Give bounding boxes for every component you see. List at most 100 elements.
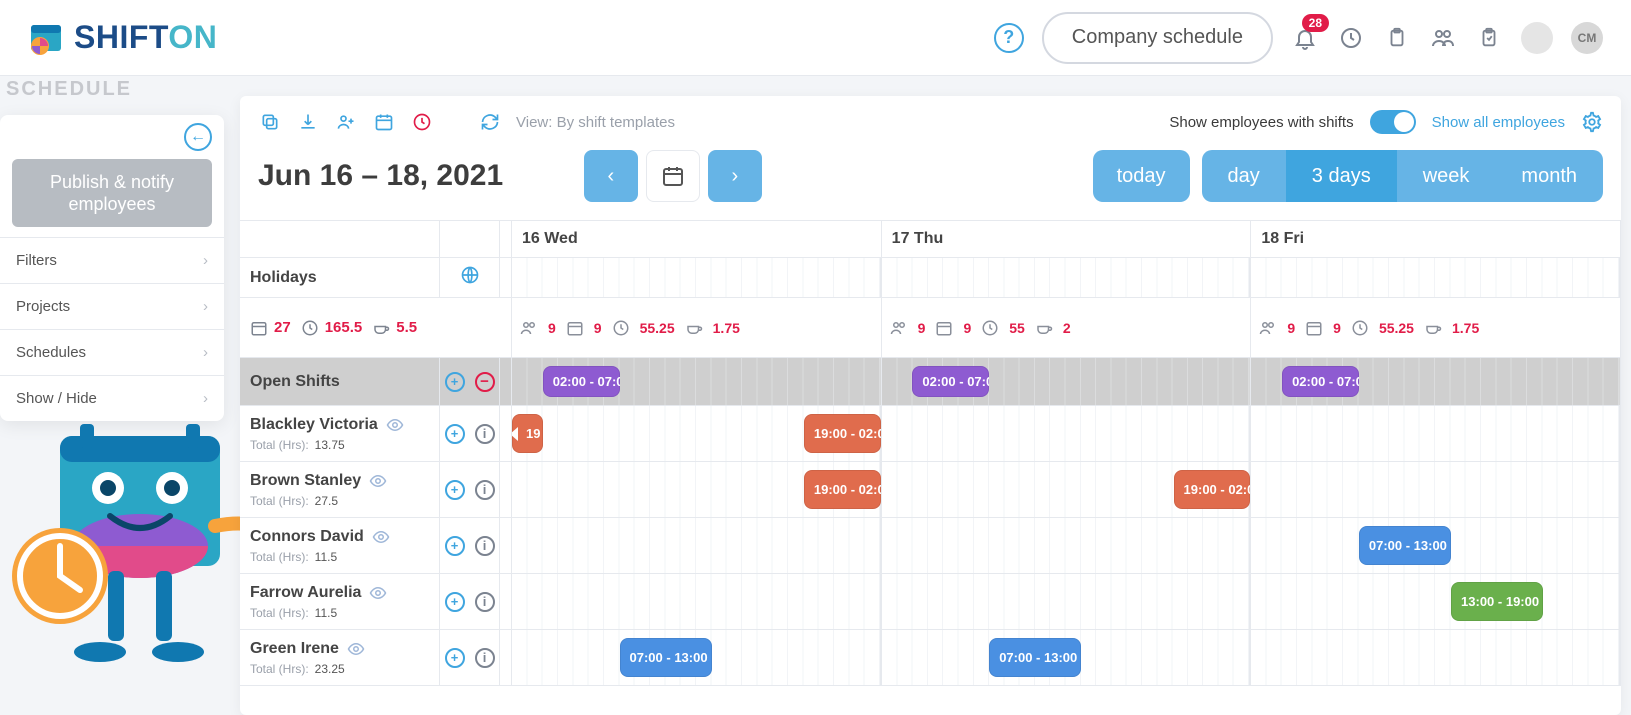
clock-red-icon[interactable] [410,110,434,134]
coffee-small-icon [1424,319,1442,337]
date-picker-button[interactable] [646,150,700,202]
shift-block[interactable]: 19:00 - 02:00 [804,414,881,453]
company-schedule-button[interactable]: Company schedule [1042,12,1273,64]
shift-block[interactable]: 02:00 - 07:00 [912,366,989,397]
open-shifts-row: Open Shifts + − 02:00 - 07:00 02:00 - 07… [240,358,1621,406]
summary-left: 27 165.5 5.5 [240,298,512,357]
summary-breaks: 5.5 [396,319,417,336]
add-open-shift-button[interactable]: + [445,372,465,392]
info-button[interactable]: i [475,424,495,444]
chevron-right-icon: › [203,390,208,407]
add-shift-button[interactable]: + [445,480,465,500]
refresh-icon[interactable] [478,110,502,134]
total-value: 27.5 [315,494,338,508]
top-right-actions: ? Company schedule 28 CM [994,12,1603,64]
clock-icon[interactable] [1337,24,1365,52]
eye-icon[interactable] [369,472,387,490]
total-label: Total (Hrs): [250,550,309,564]
calendar-small-icon [935,319,953,337]
add-shift-button[interactable]: + [445,424,465,444]
employee-row: Brown Stanley Total (Hrs):27.5 + i 19:00… [240,462,1621,518]
employee-day-cell[interactable] [882,518,1252,573]
open-shifts-day-cell[interactable]: 02:00 - 07:00 [512,358,882,405]
info-button[interactable]: i [475,592,495,612]
add-person-icon[interactable] [334,110,358,134]
publish-line-1: Publish & notify [20,171,204,193]
copy-icon[interactable] [258,110,282,134]
today-label: today [1117,165,1166,188]
range-week[interactable]: week [1397,150,1496,202]
shift-block[interactable]: 07:00 - 13:00 [620,638,712,677]
clock-small-icon [612,319,630,337]
people-small-icon [1259,319,1277,337]
employee-day-cell[interactable]: 07:00 - 13:00 [512,630,882,685]
employee-day-cell[interactable]: 07:00 - 13:00 [882,630,1252,685]
day-header: 18 Fri [1251,221,1620,257]
people-small-icon [890,319,908,337]
range-day[interactable]: day [1202,150,1286,202]
eye-icon[interactable] [372,528,390,546]
help-icon[interactable]: ? [994,23,1024,53]
employee-day-cell[interactable]: 07:00 - 13:00 [1251,518,1621,573]
sidebar-item-schedules[interactable]: Schedules› [0,329,224,375]
shift-block[interactable]: 19:00 - 02:00 [1174,470,1251,509]
download-icon[interactable] [296,110,320,134]
today-button[interactable]: today [1093,150,1190,202]
globe-icon[interactable] [460,265,480,290]
employee-day-cell[interactable] [1251,630,1621,685]
info-button[interactable]: i [475,536,495,556]
sidebar-item-showhide[interactable]: Show / Hide› [0,375,224,421]
sidebar-item-projects[interactable]: Projects› [0,283,224,329]
calendar-icon[interactable] [372,110,396,134]
employee-day-cell[interactable] [882,574,1252,629]
add-shift-button[interactable]: + [445,592,465,612]
publish-button[interactable]: Publish & notify employees [12,159,212,227]
range-3-days[interactable]: 3 days [1286,150,1397,202]
eye-icon[interactable] [369,584,387,602]
shift-block[interactable]: 02:00 - 07:00 [543,366,620,397]
employee-day-cell[interactable]: 19:00 - 02:00 [512,462,882,517]
prev-button[interactable]: ‹ [584,150,638,202]
open-shifts-day-cell[interactable]: 02:00 - 07:00 [1251,358,1621,405]
show-with-shifts-toggle[interactable] [1370,110,1416,134]
employee-day-cell[interactable] [512,518,882,573]
eye-icon[interactable] [386,416,404,434]
total-label: Total (Hrs): [250,662,309,676]
shift-block[interactable]: 19 [512,414,543,453]
shift-block[interactable]: 02:00 - 07:00 [1282,366,1359,397]
next-button[interactable]: › [708,150,762,202]
info-button[interactable]: i [475,480,495,500]
shift-block[interactable]: 07:00 - 13:00 [1359,526,1451,565]
employee-day-cell[interactable] [512,574,882,629]
employee-name: Connors David [250,528,364,546]
avatar-initials[interactable]: CM [1571,22,1603,54]
employee-day-cell[interactable] [882,406,1252,461]
show-all-link[interactable]: Show all employees [1432,114,1565,131]
employee-day-cell[interactable] [1251,462,1621,517]
open-shifts-day-cell[interactable]: 02:00 - 07:00 [882,358,1252,405]
avatar-small[interactable] [1521,22,1553,54]
employee-day-cell[interactable]: 19:00 - 02:00 [882,462,1252,517]
employee-day-cell[interactable] [1251,406,1621,461]
eye-icon[interactable] [347,640,365,658]
collapse-sidebar-button[interactable]: ← [184,123,212,151]
add-shift-button[interactable]: + [445,648,465,668]
shift-block[interactable]: 13:00 - 19:00 [1451,582,1543,621]
sidebar-item-filters[interactable]: Filters› [0,237,224,283]
show-with-shifts-label: Show employees with shifts [1169,114,1353,131]
remove-open-shift-button[interactable]: − [475,372,495,392]
shift-block[interactable]: 07:00 - 13:00 [989,638,1081,677]
people-icon[interactable] [1429,24,1457,52]
logo[interactable]: SHIFTON [28,19,217,56]
gear-icon[interactable] [1581,111,1603,133]
add-shift-button[interactable]: + [445,536,465,556]
task-clipboard-icon[interactable] [1475,24,1503,52]
bell-icon[interactable]: 28 [1291,24,1319,52]
clipboard-icon[interactable] [1383,24,1411,52]
shift-block[interactable]: 19:00 - 02:00 [804,470,881,509]
day-stats-cell: 9 9 55 2 [882,298,1252,357]
range-month[interactable]: month [1495,150,1603,202]
employee-day-cell[interactable]: 13:00 - 19:00 [1251,574,1621,629]
info-button[interactable]: i [475,648,495,668]
employee-day-cell[interactable]: 19 19:00 - 02:00 [512,406,882,461]
